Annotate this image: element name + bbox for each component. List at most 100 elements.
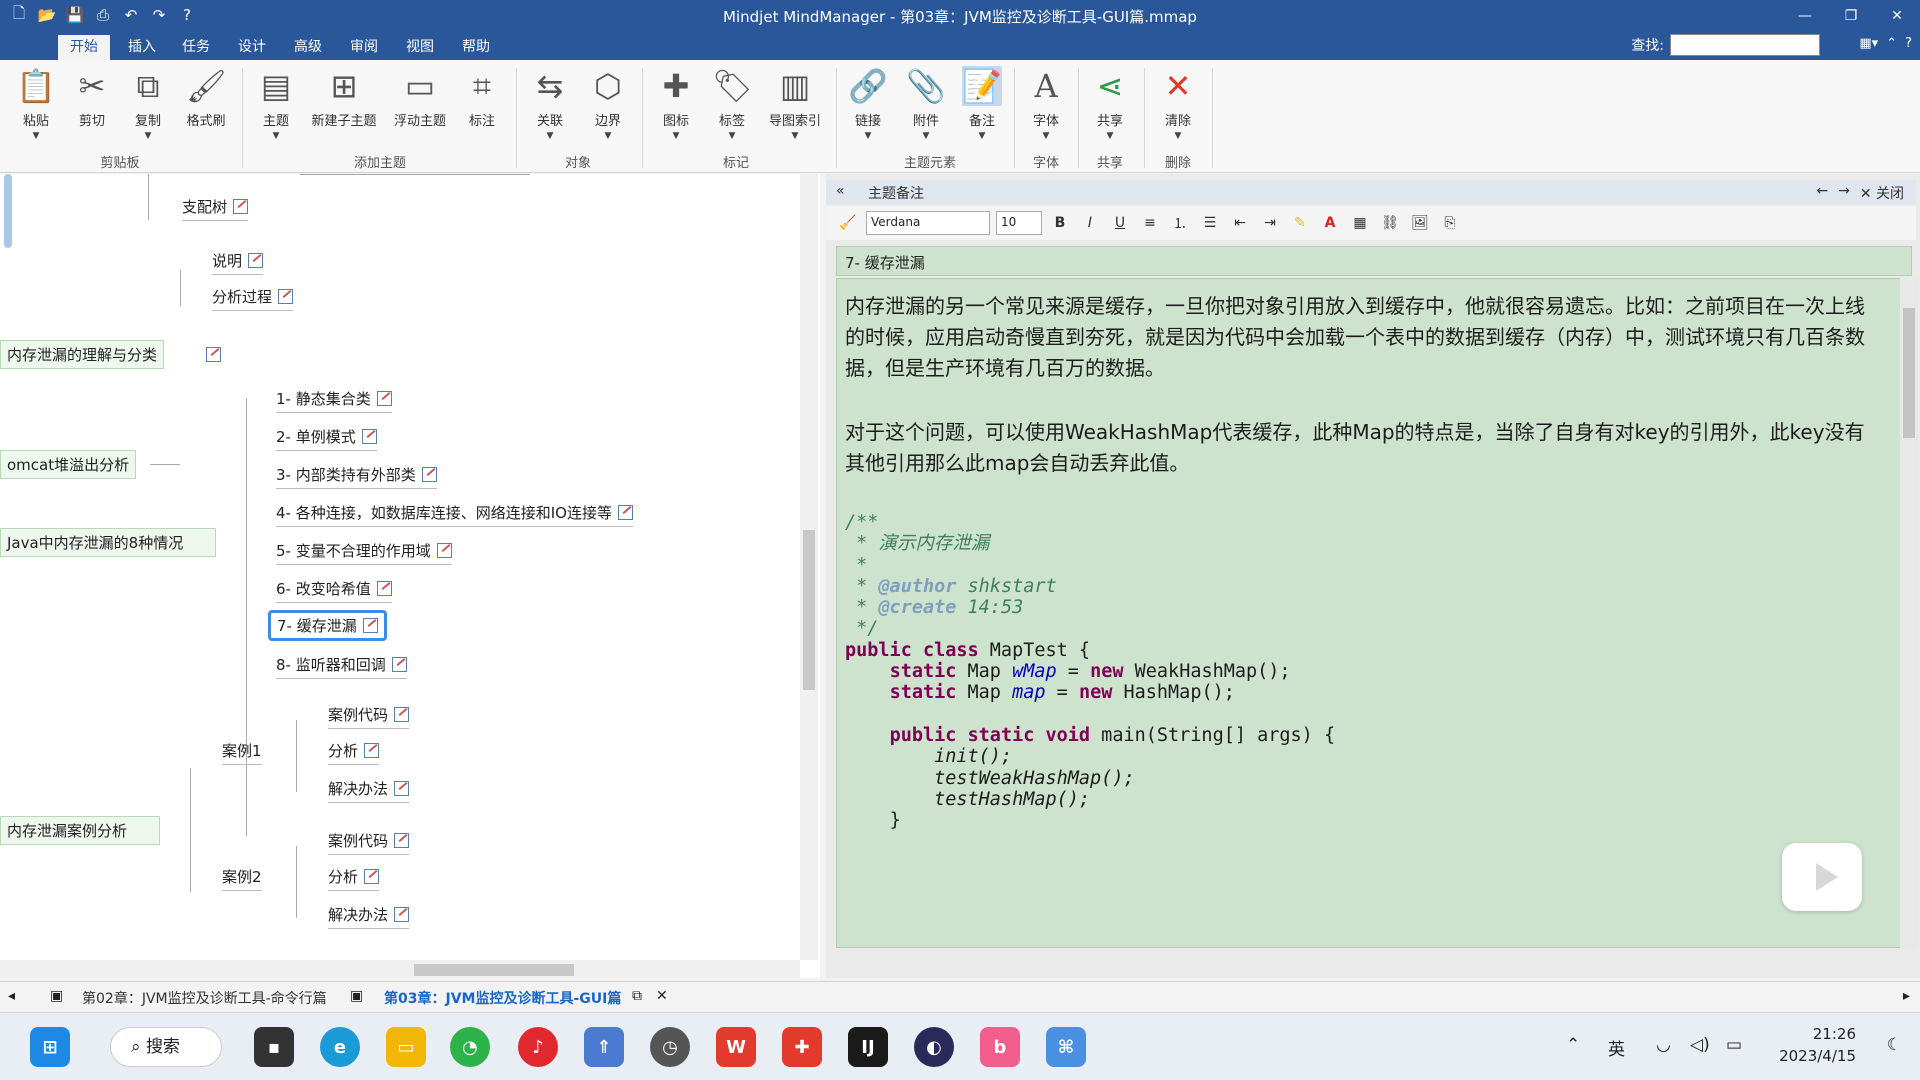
font-size-select[interactable]: 10 <box>996 211 1042 235</box>
doc-tab-chapter-03[interactable]: 第03章：JVM监控及诊断工具-GUI篇 <box>384 988 621 1008</box>
note-icon[interactable] <box>394 707 410 722</box>
note-icon[interactable] <box>617 505 633 520</box>
node-case-7-selected[interactable]: 7- 缓存泄漏 <box>268 610 387 641</box>
pdf-app-icon[interactable]: ✚ <box>782 1027 822 1067</box>
minimize-button[interactable]: — <box>1782 0 1828 31</box>
tab-scroll-right-icon[interactable]: ▸ <box>1903 988 1910 1004</box>
tab-review[interactable]: 审阅 <box>338 35 390 60</box>
node-example-1[interactable]: 案例1 <box>222 740 262 765</box>
task-view-icon[interactable]: ▪ <box>254 1027 294 1067</box>
hyperlink-icon[interactable]: ⛓ <box>1378 211 1402 235</box>
system-clock[interactable]: 21:26 2023/4/15 <box>1779 1023 1856 1067</box>
file-explorer-icon[interactable]: ▭ <box>386 1027 426 1067</box>
tab-task[interactable]: 任务 <box>170 35 222 60</box>
bold-icon[interactable]: B <box>1048 211 1072 235</box>
special-icon[interactable]: ⎘ <box>1438 211 1462 235</box>
node-ex1-solution[interactable]: 解决办法 <box>328 778 410 803</box>
font-color-icon[interactable]: A <box>1318 211 1342 235</box>
align-icon[interactable]: ≡ <box>1138 211 1162 235</box>
map-horizontal-scrollbar[interactable] <box>0 960 800 978</box>
node-case-4[interactable]: 4- 各种连接，如数据库连接、网络连接和IO连接等 <box>276 502 633 527</box>
notes-button[interactable]: 📝 备注 ▼ <box>952 66 1012 141</box>
link-button[interactable]: 🔗 链接 ▼ <box>838 66 898 141</box>
font-button[interactable]: A 字体 ▼ <box>1016 66 1076 141</box>
image-icon[interactable]: 🖼 <box>1408 211 1432 235</box>
note-icon[interactable] <box>436 543 452 558</box>
tab-home[interactable]: 开始 <box>58 35 110 60</box>
note-icon[interactable] <box>278 289 294 304</box>
node-ex1-code[interactable]: 案例代码 <box>328 704 410 729</box>
map-vertical-scrollbar[interactable] <box>800 174 818 960</box>
cut-button[interactable]: ✂ 剪切 <box>62 66 122 129</box>
note-icon[interactable] <box>362 618 378 633</box>
volume-icon[interactable]: ◁) <box>1690 1035 1710 1055</box>
attachment-button[interactable]: 📎 附件 ▼ <box>896 66 956 141</box>
node-ex1-analysis[interactable]: 分析 <box>328 740 380 765</box>
notification-moon-icon[interactable]: ☾ <box>1887 1035 1902 1055</box>
video-player-overlay[interactable] <box>1782 843 1862 911</box>
layout-icon[interactable]: ▦▾ <box>1859 36 1878 51</box>
node-case-5[interactable]: 5- 变量不合理的作用域 <box>276 540 452 565</box>
wechat-icon[interactable]: ◔ <box>450 1027 490 1067</box>
node-leak-understanding[interactable]: 内存泄漏的理解与分类 <box>0 340 165 369</box>
boundary-button[interactable]: ⬡ 边界 ▼ <box>578 66 638 141</box>
ime-indicator[interactable]: 英 <box>1608 1035 1625 1060</box>
tab-scroll-left-icon[interactable]: ◂ <box>8 988 15 1004</box>
node-ex2-solution[interactable]: 解决办法 <box>328 904 410 929</box>
format-painter-button[interactable]: 🖌 格式刷 <box>176 66 236 129</box>
note-icon[interactable] <box>233 199 249 214</box>
note-icon[interactable] <box>376 581 392 596</box>
callout-button[interactable]: ⌗ 标注 <box>452 66 512 129</box>
floating-topic-button[interactable]: ▭ 浮动主题 <box>386 66 454 129</box>
icons-button[interactable]: ✚ 图标 ▼ <box>646 66 706 141</box>
node-case-6[interactable]: 6- 改变哈希值 <box>276 578 392 603</box>
share-button[interactable]: ⋖ 共享 ▼ <box>1080 66 1140 141</box>
taskbar-search[interactable]: ⌕ 搜索 <box>110 1027 222 1067</box>
node-tomcat-heap-overflow[interactable]: omcat堆溢出分析 <box>0 450 137 479</box>
node-ex2-code[interactable]: 案例代码 <box>328 830 410 855</box>
note-icon[interactable] <box>376 391 392 406</box>
note-icon[interactable] <box>364 743 380 758</box>
tab-advanced[interactable]: 高级 <box>282 35 334 60</box>
help-circle-icon[interactable]: ? <box>1905 36 1912 51</box>
intellij-icon[interactable]: IJ <box>848 1027 888 1067</box>
underline-icon[interactable]: U <box>1108 211 1132 235</box>
music-app-icon[interactable]: ♪ <box>518 1027 558 1067</box>
table-icon[interactable]: ▦ <box>1348 211 1372 235</box>
node-analysis-process[interactable]: 分析过程 <box>212 286 294 311</box>
note-icon[interactable] <box>391 657 407 672</box>
prev-note-icon[interactable]: ← <box>1816 183 1828 203</box>
new-subtopic-button[interactable]: ⊞ 新建子主题 <box>306 66 382 129</box>
note-icon[interactable] <box>394 833 410 848</box>
copy-button[interactable]: ⧉ 复制 ▼ <box>118 66 178 141</box>
note-icon[interactable] <box>248 253 264 268</box>
outdent-icon[interactable]: ⇤ <box>1228 211 1252 235</box>
collapse-pane-icon[interactable]: « <box>836 183 845 199</box>
highlight-icon[interactable]: ✎ <box>1288 211 1312 235</box>
collapse-ribbon-icon[interactable]: ⌃ <box>1886 36 1897 51</box>
note-icon[interactable] <box>394 781 410 796</box>
notes-vertical-scrollbar[interactable] <box>1900 278 1918 948</box>
tab-help[interactable]: 帮助 <box>450 35 502 60</box>
note-icon[interactable] <box>421 467 437 482</box>
restore-button[interactable]: ❐ <box>1828 0 1874 31</box>
tab-insert[interactable]: 插入 <box>116 35 168 60</box>
node-description[interactable]: 说明 <box>212 250 264 275</box>
rocket-app-icon[interactable]: ⇑ <box>584 1027 624 1067</box>
map-index-button[interactable]: ▥ 导图索引 ▼ <box>760 66 830 141</box>
node-leak-case-analysis[interactable]: 内存泄漏案例分析 <box>0 816 160 845</box>
windows-start-icon[interactable]: ⊞ <box>30 1027 70 1067</box>
next-note-icon[interactable]: → <box>1838 183 1850 203</box>
note-editor[interactable]: 内存泄漏的另一个常见来源是缓存，一旦你把对象引用放入到缓存中，他就很容易遗忘。比… <box>836 278 1912 948</box>
note-title[interactable]: 7- 缓存泄漏 <box>836 246 1912 276</box>
node-ex2-analysis[interactable]: 分析 <box>328 866 380 891</box>
node-java-leak-8-cases[interactable]: Java中内存泄漏的8种情况 <box>0 528 216 557</box>
tags-button[interactable]: 🏷 标签 ▼ <box>702 66 762 141</box>
bilibili-icon[interactable]: b <box>980 1027 1020 1067</box>
wifi-icon[interactable]: ◡ <box>1656 1035 1671 1055</box>
clock-app-icon[interactable]: ◷ <box>650 1027 690 1067</box>
italic-icon[interactable]: I <box>1078 211 1102 235</box>
node-case-2[interactable]: 2- 单例模式 <box>276 426 377 451</box>
node-case-8[interactable]: 8- 监听器和回调 <box>276 654 407 679</box>
relationship-button[interactable]: ⇆ 关联 ▼ <box>520 66 580 141</box>
